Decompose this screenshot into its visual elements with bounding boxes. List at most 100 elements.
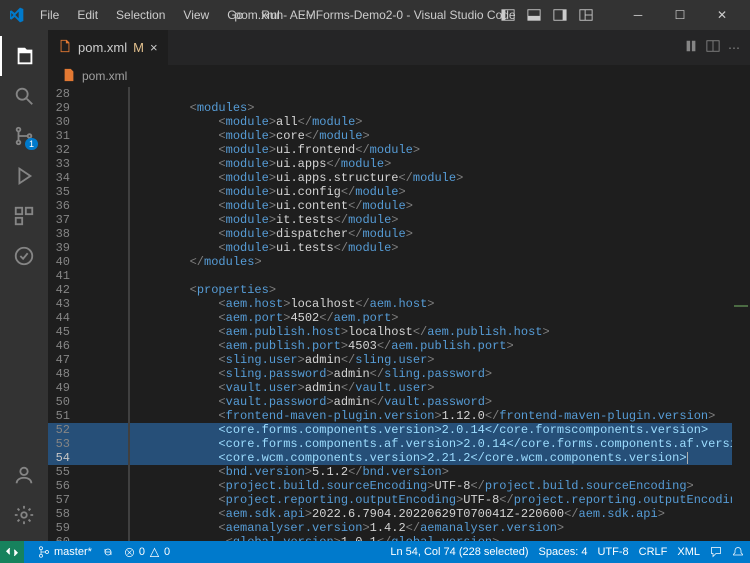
layout-panel-icon[interactable] — [524, 5, 544, 25]
activity-explorer-icon[interactable] — [0, 36, 48, 76]
window-title: pom.xml - AEMForms-Demo2-0 - Visual Stud… — [234, 8, 515, 22]
code-line[interactable]: 55 <bnd.version>5.1.2</bnd.version> — [48, 465, 750, 479]
line-number: 30 — [48, 115, 88, 129]
activity-search-icon[interactable] — [0, 76, 48, 116]
code-content: <aem.publish.host>localhost</aem.publish… — [132, 325, 750, 339]
code-line[interactable]: 43 <aem.host>localhost</aem.host> — [48, 297, 750, 311]
status-eol[interactable]: CRLF — [639, 546, 668, 558]
line-number: 33 — [48, 157, 88, 171]
code-line[interactable]: 50 <vault.password>admin</vault.password… — [48, 395, 750, 409]
code-line[interactable]: 33 <module>ui.apps</module> — [48, 157, 750, 171]
code-line[interactable]: 49 <vault.user>admin</vault.user> — [48, 381, 750, 395]
status-errors: 0 — [139, 546, 145, 558]
activity-accounts-icon[interactable] — [0, 455, 48, 495]
breadcrumb[interactable]: pom.xml — [48, 65, 750, 87]
code-content: <project.build.sourceEncoding>UTF-8</pro… — [132, 479, 750, 493]
code-line[interactable]: 37 <module>it.tests</module> — [48, 213, 750, 227]
menu-file[interactable]: File — [32, 4, 67, 26]
code-editor[interactable]: 28 29 <modules>30 <module>all</module>31… — [48, 87, 750, 541]
editor-diff-icon[interactable] — [684, 39, 698, 56]
tab-filename: pom.xml — [78, 40, 127, 55]
line-number: 59 — [48, 521, 88, 535]
status-problems[interactable]: 0 0 — [124, 546, 170, 558]
code-line[interactable]: 41 — [48, 269, 750, 283]
activity-run-debug-icon[interactable] — [0, 156, 48, 196]
layout-sidebar-right-icon[interactable] — [550, 5, 570, 25]
xml-file-icon — [58, 39, 72, 56]
line-number: 52 — [48, 423, 88, 437]
status-indent[interactable]: Spaces: 4 — [539, 546, 588, 558]
window-close-icon[interactable]: ✕ — [702, 1, 742, 29]
activity-extensions-icon[interactable] — [0, 196, 48, 236]
code-content: <aemanalyser.version>1.4.2</aemanalyser.… — [132, 521, 750, 535]
code-line[interactable]: 56 <project.build.sourceEncoding>UTF-8</… — [48, 479, 750, 493]
code-content: <global.version>1.0.1</global.version> — [132, 535, 750, 541]
code-content: <module>ui.apps</module> — [132, 157, 750, 171]
editor-more-icon[interactable]: ⋯ — [728, 41, 740, 55]
code-line[interactable]: 28 — [48, 87, 750, 101]
remote-indicator-icon[interactable] — [0, 541, 24, 563]
line-number: 44 — [48, 311, 88, 325]
code-line[interactable]: 58 <aem.sdk.api>2022.6.7904.20220629T070… — [48, 507, 750, 521]
code-line[interactable]: 52 <core.forms.components.version>2.0.14… — [48, 423, 750, 437]
code-content: <module>all</module> — [132, 115, 750, 129]
code-line[interactable]: 31 <module>core</module> — [48, 129, 750, 143]
layout-customize-icon[interactable] — [576, 5, 596, 25]
status-cursor[interactable]: Ln 54, Col 74 (228 selected) — [390, 546, 528, 558]
code-content: <module>ui.frontend</module> — [132, 143, 750, 157]
code-line[interactable]: 30 <module>all</module> — [48, 115, 750, 129]
code-line[interactable]: 46 <aem.publish.port>4503</aem.publish.p… — [48, 339, 750, 353]
activity-testing-icon[interactable] — [0, 236, 48, 276]
window-maximize-icon[interactable]: ☐ — [660, 1, 700, 29]
status-sync[interactable] — [102, 546, 114, 558]
code-content: <core.forms.components.version>2.0.14</c… — [132, 423, 750, 437]
code-line[interactable]: 54 <core.wcm.components.version>2.21.2</… — [48, 451, 750, 465]
menu-edit[interactable]: Edit — [69, 4, 106, 26]
menu-view[interactable]: View — [175, 4, 217, 26]
code-line[interactable]: 36 <module>ui.content</module> — [48, 199, 750, 213]
code-line[interactable]: 35 <module>ui.config</module> — [48, 185, 750, 199]
status-branch[interactable]: master* — [38, 546, 92, 558]
status-encoding[interactable]: UTF-8 — [597, 546, 628, 558]
code-line[interactable]: 47 <sling.user>admin</sling.user> — [48, 353, 750, 367]
menu-selection[interactable]: Selection — [108, 4, 173, 26]
minimap[interactable] — [732, 87, 750, 541]
editor-split-icon[interactable] — [706, 39, 720, 56]
tab-close-icon[interactable]: × — [150, 40, 158, 55]
status-language[interactable]: XML — [677, 546, 700, 558]
code-line[interactable]: 60 <global.version>1.0.1</global.version… — [48, 535, 750, 541]
code-content: <bnd.version>5.1.2</bnd.version> — [132, 465, 750, 479]
code-line[interactable]: 38 <module>dispatcher</module> — [48, 227, 750, 241]
code-line[interactable]: 51 <frontend-maven-plugin.version>1.12.0… — [48, 409, 750, 423]
editor-area: pom.xml M × ⋯ pom.xml 28 29 <modules>30 … — [48, 30, 750, 541]
code-line[interactable]: 57 <project.reporting.outputEncoding>UTF… — [48, 493, 750, 507]
window-minimize-icon[interactable]: ─ — [618, 1, 658, 29]
tab-pom-xml[interactable]: pom.xml M × — [48, 30, 169, 65]
activity-settings-icon[interactable] — [0, 495, 48, 535]
code-content: <core.forms.components.af.version>2.0.14… — [132, 437, 750, 451]
code-content: <project.reporting.outputEncoding>UTF-8<… — [132, 493, 750, 507]
activity-source-control-icon[interactable]: 1 — [0, 116, 48, 156]
code-line[interactable]: 32 <module>ui.frontend</module> — [48, 143, 750, 157]
code-line[interactable]: 59 <aemanalyser.version>1.4.2</aemanalys… — [48, 521, 750, 535]
code-line[interactable]: 39 <module>ui.tests</module> — [48, 241, 750, 255]
code-line[interactable]: 40 </modules> — [48, 255, 750, 269]
line-number: 57 — [48, 493, 88, 507]
vscode-logo-icon — [8, 7, 24, 23]
code-line[interactable]: 48 <sling.password>admin</sling.password… — [48, 367, 750, 381]
code-content: <vault.password>admin</vault.password> — [132, 395, 750, 409]
menubar: File Edit Selection View Go Run ⋯ pom.xm… — [0, 0, 750, 30]
code-line[interactable]: 34 <module>ui.apps.structure</module> — [48, 171, 750, 185]
status-feedback-icon[interactable] — [710, 546, 722, 558]
code-line[interactable]: 45 <aem.publish.host>localhost</aem.publ… — [48, 325, 750, 339]
code-line[interactable]: 44 <aem.port>4502</aem.port> — [48, 311, 750, 325]
code-content: <vault.user>admin</vault.user> — [132, 381, 750, 395]
code-line[interactable]: 53 <core.forms.components.af.version>2.0… — [48, 437, 750, 451]
code-content: <aem.host>localhost</aem.host> — [132, 297, 750, 311]
code-line[interactable]: 42 <properties> — [48, 283, 750, 297]
line-number: 46 — [48, 339, 88, 353]
line-number: 50 — [48, 395, 88, 409]
line-number: 55 — [48, 465, 88, 479]
status-bell-icon[interactable] — [732, 546, 744, 558]
code-line[interactable]: 29 <modules> — [48, 101, 750, 115]
